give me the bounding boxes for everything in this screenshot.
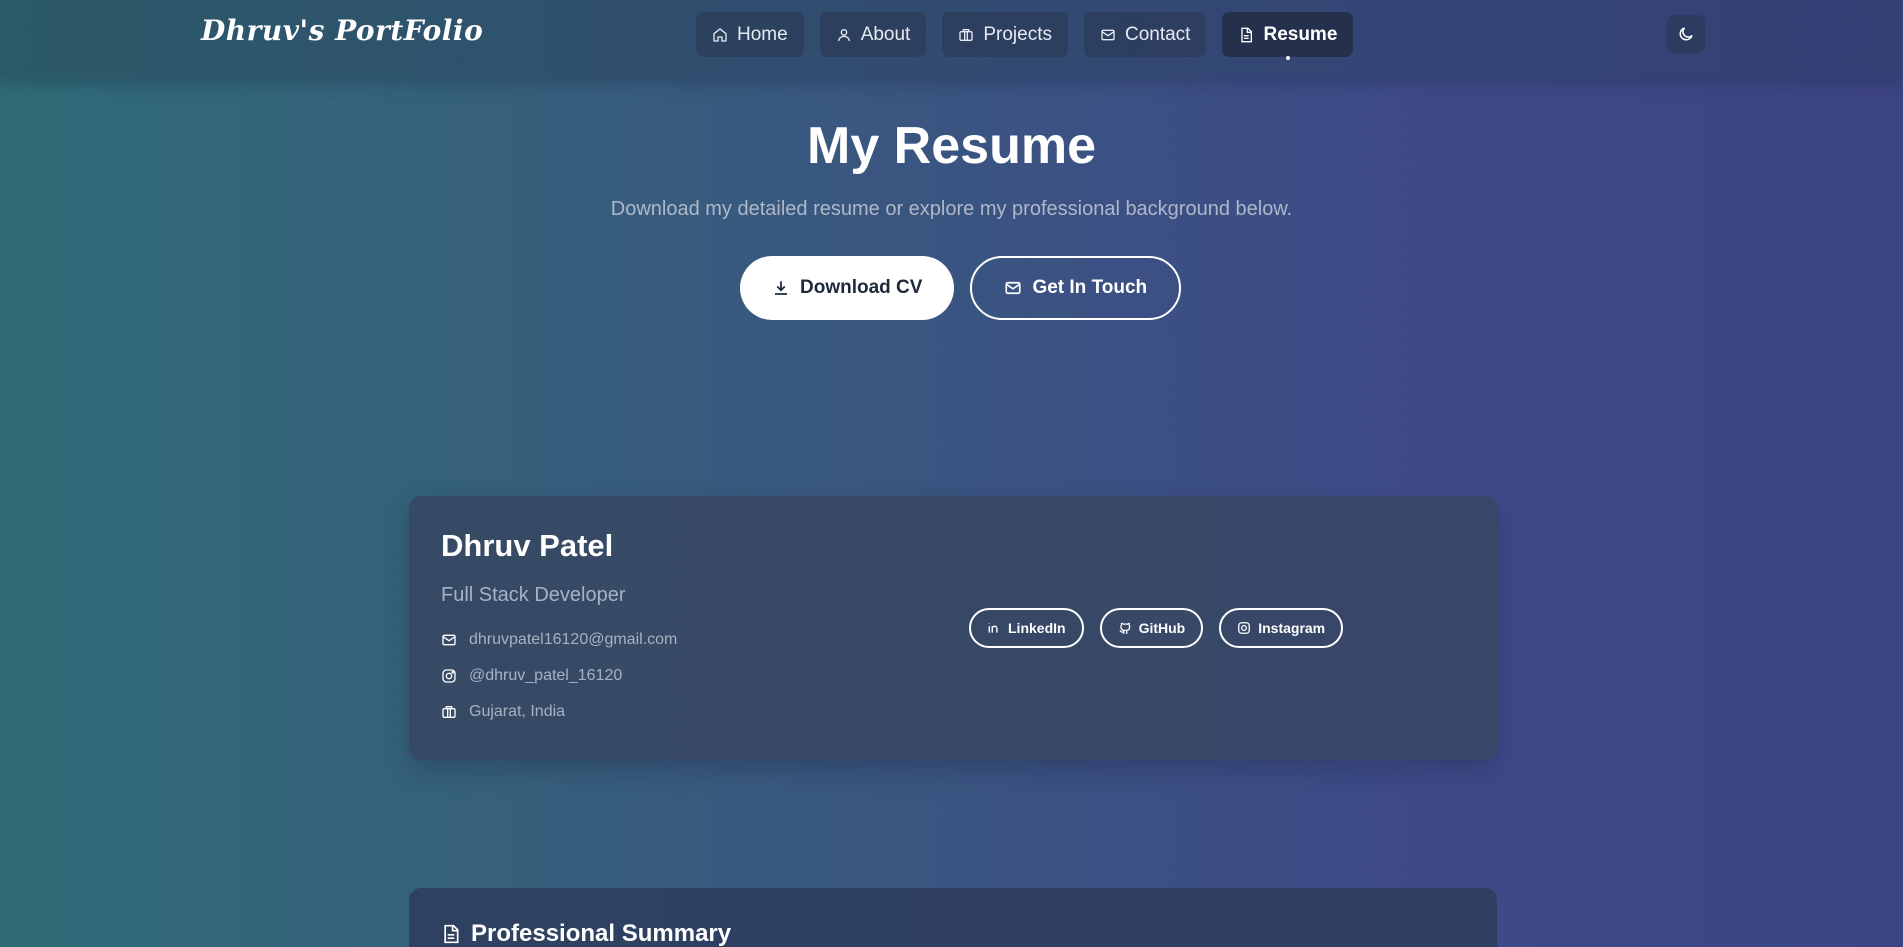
top-navbar: Dhruv's PortFolio Home About Projects Co… — [0, 0, 1903, 78]
user-icon — [837, 28, 850, 41]
mail-icon — [442, 634, 456, 646]
site-logo[interactable]: Dhruv's PortFolio — [201, 14, 483, 47]
instagram-button[interactable]: Instagram — [1219, 608, 1344, 648]
nav-item-label: About — [860, 23, 911, 45]
profile-email-text: dhruvpatel16120@gmail.com — [469, 631, 678, 648]
profile-instagram-text: @dhruv_patel_16120 — [469, 667, 623, 684]
nav-menu: Home About Projects Contact Resume — [696, 12, 1354, 57]
professional-summary-card: Professional Summary — [409, 888, 1497, 947]
instagram-label: Instagram — [1258, 620, 1326, 636]
nav-item-label: Projects — [983, 23, 1052, 45]
download-cv-label: Download CV — [800, 277, 923, 298]
theme-toggle-button[interactable] — [1667, 15, 1705, 53]
professional-summary-title: Professional Summary — [471, 920, 732, 947]
page-subtitle: Download my detailed resume or explore m… — [610, 198, 1293, 220]
github-label: GitHub — [1138, 620, 1186, 636]
download-icon — [775, 281, 787, 295]
hero-actions: Download CV Get In Touch — [740, 256, 1182, 320]
linkedin-button[interactable]: LinkedIn — [969, 608, 1084, 648]
social-links: LinkedIn GitHub Instagram — [969, 608, 1344, 648]
profile-card: Dhruv Patel Full Stack Developer dhruvpa… — [409, 496, 1497, 760]
document-icon — [1241, 27, 1253, 42]
moon-icon — [1679, 27, 1693, 41]
briefcase-icon — [959, 28, 974, 41]
nav-item-label: Contact — [1124, 23, 1191, 45]
nav-item-about[interactable]: About — [819, 12, 927, 57]
nav-item-contact[interactable]: Contact — [1083, 12, 1207, 57]
mail-icon — [1005, 281, 1022, 295]
profile-location-text: Gujarat, India — [469, 703, 566, 720]
github-icon — [1119, 622, 1130, 634]
home-icon — [713, 27, 727, 42]
download-cv-button[interactable]: Download CV — [740, 256, 955, 320]
page-title: My Resume — [807, 117, 1096, 175]
profile-name: Dhruv Patel — [441, 528, 614, 563]
linkedin-label: LinkedIn — [1008, 620, 1066, 636]
linkedin-icon — [988, 623, 998, 633]
mail-icon — [1101, 29, 1115, 40]
instagram-icon — [442, 669, 456, 683]
get-in-touch-label: Get In Touch — [1032, 277, 1148, 298]
nav-item-projects[interactable]: Projects — [942, 12, 1068, 57]
profile-email[interactable]: dhruvpatel16120@gmail.com — [441, 631, 677, 649]
briefcase-icon — [442, 706, 456, 718]
profile-role: Full Stack Developer — [441, 584, 626, 606]
document-icon — [444, 924, 459, 944]
professional-summary-heading: Professional Summary — [441, 920, 731, 947]
nav-item-home[interactable]: Home — [696, 12, 804, 57]
nav-item-resume[interactable]: Resume — [1222, 12, 1354, 57]
get-in-touch-button[interactable]: Get In Touch — [970, 256, 1182, 320]
profile-instagram[interactable]: @dhruv_patel_16120 — [441, 667, 622, 685]
nav-item-label: Home — [737, 23, 788, 45]
profile-location: Gujarat, India — [441, 703, 565, 721]
github-button[interactable]: GitHub — [1099, 608, 1204, 648]
instagram-icon — [1238, 622, 1251, 634]
nav-item-label: Resume — [1263, 23, 1338, 45]
